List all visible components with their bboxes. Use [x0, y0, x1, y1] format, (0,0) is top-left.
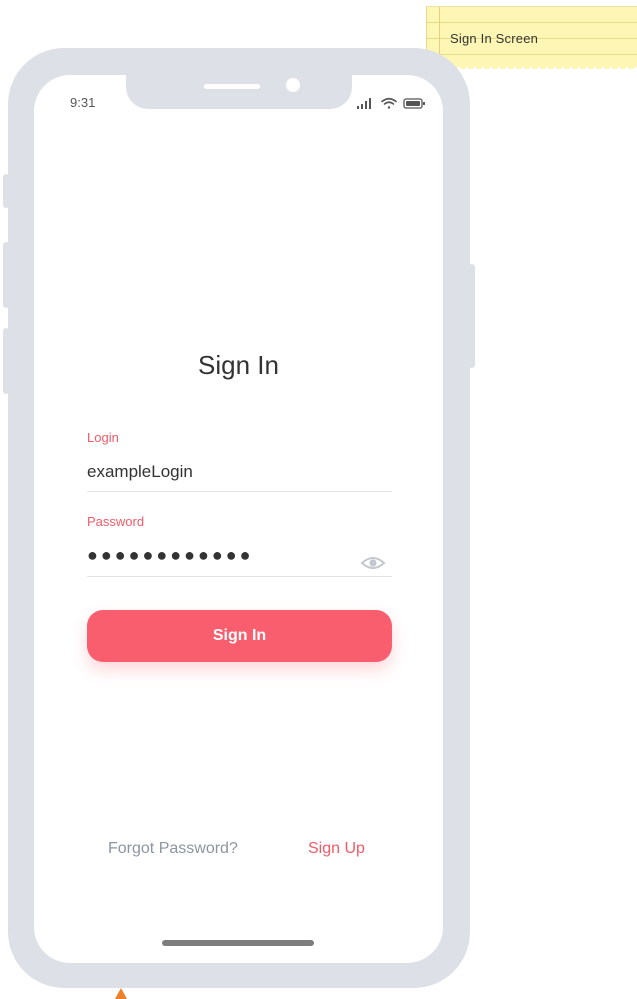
power-button	[469, 264, 475, 368]
sticky-note[interactable]: Sign In Screen	[426, 6, 637, 72]
sticky-note-text: Sign In Screen	[450, 31, 539, 46]
notch	[126, 73, 352, 109]
sign-up-link[interactable]: Sign Up	[308, 840, 365, 858]
sign-in-button[interactable]: Sign In	[87, 610, 392, 662]
volume-down-button	[3, 328, 9, 394]
volume-up-button	[3, 242, 9, 308]
signal-icon	[357, 98, 371, 109]
password-underline	[87, 576, 392, 577]
page-title: Sign In	[198, 350, 279, 380]
password-label: Password	[87, 514, 145, 529]
battery-icon	[403, 98, 425, 109]
canvas: Sign In Screen 9:31 Sign In Login exampl…	[0, 0, 637, 999]
connector-arrow-icon	[115, 988, 127, 999]
mute-switch	[3, 174, 9, 208]
login-label: Login	[87, 430, 119, 445]
password-input[interactable]: ●●●●●●●●●●●●	[87, 546, 253, 564]
status-time: 9:31	[70, 95, 96, 110]
home-indicator	[162, 940, 314, 946]
wifi-icon	[381, 97, 397, 109]
status-icons	[357, 97, 425, 109]
speaker-grille	[204, 84, 260, 89]
login-underline	[87, 491, 392, 492]
front-camera	[286, 78, 300, 92]
login-input[interactable]: exampleLogin	[87, 462, 193, 482]
forgot-password-link[interactable]: Forgot Password?	[108, 840, 238, 858]
eye-icon[interactable]	[360, 554, 386, 572]
